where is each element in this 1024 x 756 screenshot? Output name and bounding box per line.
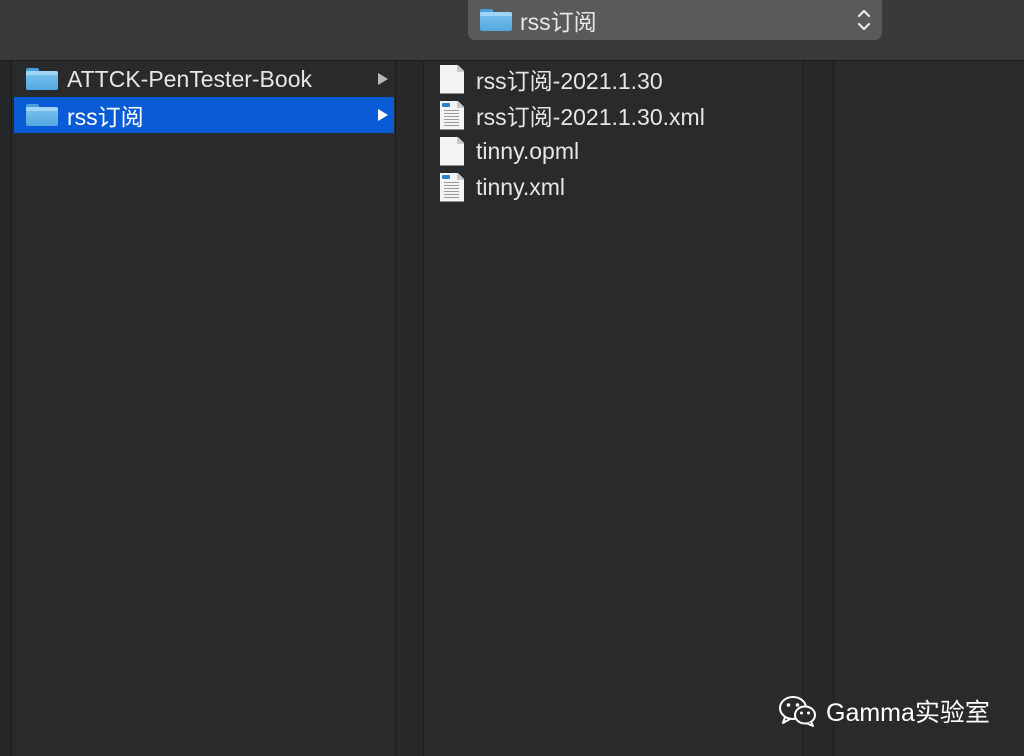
file-name: rss订阅-2021.1.30.xml: [476, 104, 705, 130]
folder-icon: [480, 9, 512, 31]
finder-toolbar: rss订阅: [0, 0, 1024, 61]
xml-document-icon: [440, 172, 464, 202]
column-browser-3: [835, 61, 1024, 756]
path-popup-label: rss订阅: [520, 9, 597, 35]
file-row-tinny-opml[interactable]: tinny.opml: [440, 133, 579, 169]
file-name: tinny.opml: [476, 137, 580, 164]
previous-column-edge[interactable]: [0, 61, 12, 756]
disclosure-arrow-icon: [378, 109, 388, 121]
watermark: Gamma实验室: [778, 694, 990, 728]
blank-document-icon: [440, 64, 464, 94]
file-name: tinny.xml: [476, 173, 566, 200]
wechat-icon: [779, 696, 816, 727]
folder-row-attck-pentester-book[interactable]: ATTCK-PenTester-Book: [14, 61, 394, 97]
folder-icon: [26, 104, 58, 126]
disclosure-arrow-icon: [378, 73, 388, 85]
folder-name: rss订阅: [67, 104, 144, 130]
folder-row-rss[interactable]: rss订阅: [14, 97, 394, 133]
watermark-text: Gamma实验室: [826, 699, 990, 727]
folder-icon: [26, 68, 58, 90]
column-browser-1: ATTCK-PenTester-Book rss订阅: [12, 61, 396, 756]
path-popup-button[interactable]: rss订阅: [468, 0, 882, 40]
file-row-rss-2021[interactable]: rss订阅-2021.1.30: [440, 61, 663, 97]
up-down-chevron-icon: [857, 9, 871, 31]
file-row-tinny-xml[interactable]: tinny.xml: [440, 169, 565, 205]
blank-document-icon: [440, 136, 464, 166]
xml-document-icon: [440, 100, 464, 130]
column-browser-2: rss订阅-2021.1.30 rss订阅-2021.1.30.xml tinn…: [424, 61, 804, 756]
folder-name: ATTCK-PenTester-Book: [67, 65, 312, 92]
column-resize-strip[interactable]: [805, 61, 834, 756]
file-row-rss-2021-xml[interactable]: rss订阅-2021.1.30.xml: [440, 97, 705, 133]
file-name: rss订阅-2021.1.30: [476, 68, 663, 94]
column-resize-strip[interactable]: [396, 61, 424, 756]
